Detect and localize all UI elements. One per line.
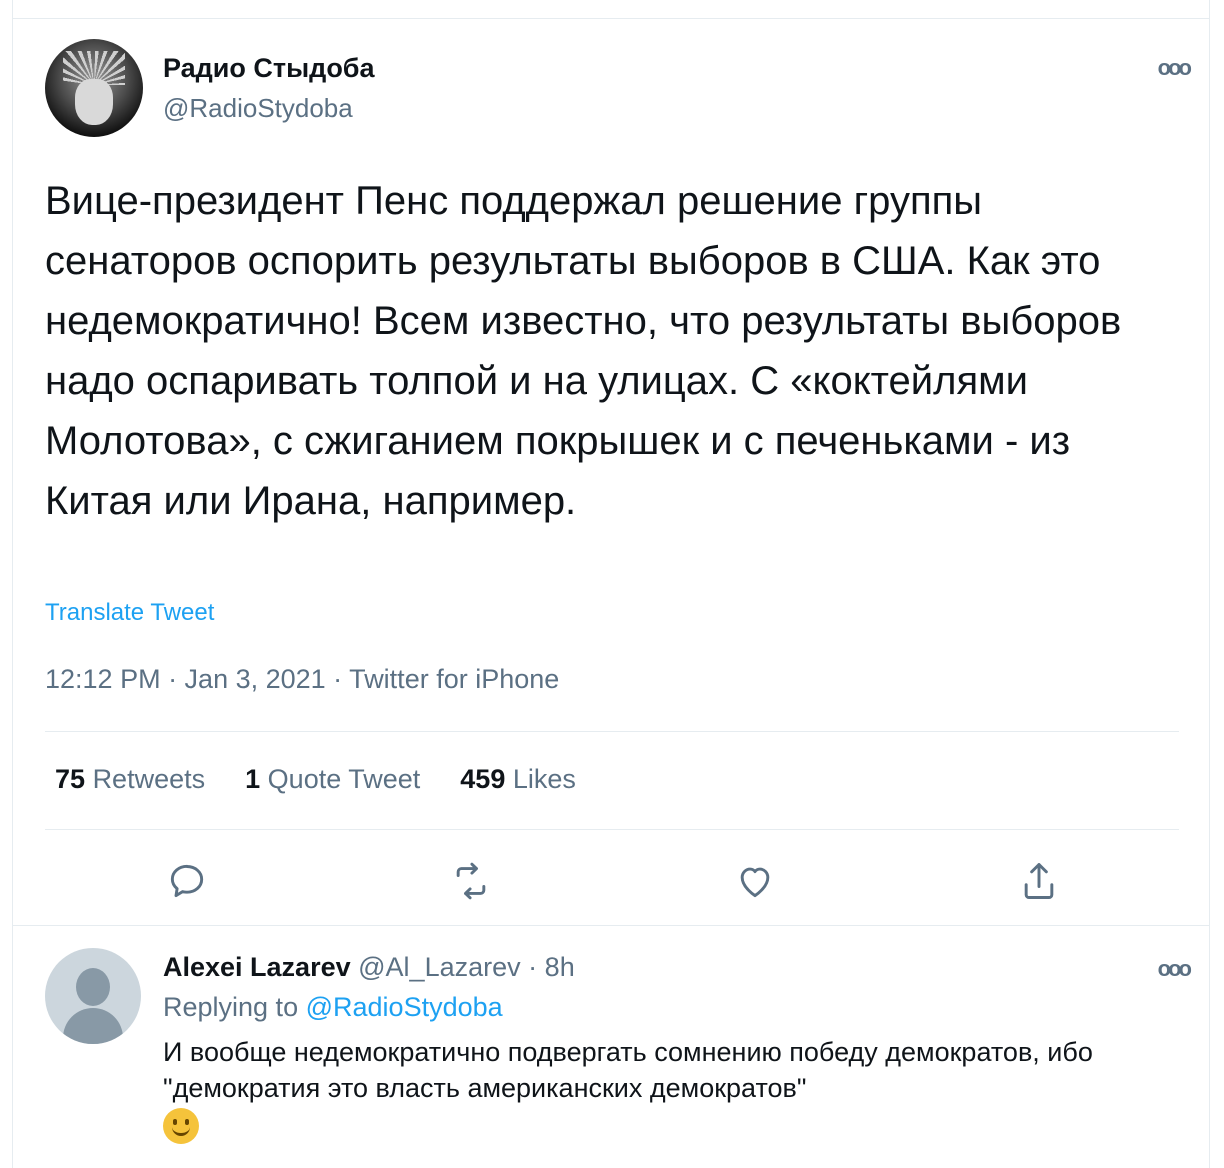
like-icon[interactable]: [733, 859, 777, 903]
timeline-frame: Радио Стыдоба @RadioStydoba ooo Вице-пре…: [12, 0, 1210, 1168]
action-bar: [13, 859, 1209, 903]
author-handle[interactable]: @RadioStydoba: [163, 93, 353, 124]
replying-prefix: Replying to: [163, 992, 299, 1022]
avatar-head: [76, 968, 110, 1006]
retweets-label: Retweets: [92, 764, 206, 794]
likes-stat[interactable]: 459 Likes: [460, 764, 576, 795]
share-icon[interactable]: [1017, 859, 1061, 903]
likes-label: Likes: [512, 764, 576, 794]
author-avatar[interactable]: [45, 39, 143, 137]
tweet-meta[interactable]: 12:12 PM · Jan 3, 2021 · Twitter for iPh…: [45, 664, 559, 695]
tweet-text: Вице-президент Пенс поддержал решение гр…: [45, 179, 1122, 523]
quotes-label: Quote Tweet: [267, 764, 421, 794]
replying-to: Replying to @RadioStydoba: [163, 992, 503, 1023]
divider: [45, 731, 1179, 732]
reply-header: Alexei Lazarev @Al_Lazarev · 8h: [163, 952, 575, 983]
reply-author-handle[interactable]: @Al_Lazarev: [358, 952, 521, 982]
more-icon[interactable]: ooo: [1158, 956, 1192, 982]
reply-icon[interactable]: [165, 859, 209, 903]
reply-time[interactable]: 8h: [545, 952, 575, 982]
reply-author-name[interactable]: Alexei Lazarev: [163, 952, 351, 982]
likes-count: 459: [460, 764, 506, 794]
translate-link[interactable]: Translate Tweet: [45, 599, 214, 627]
smiling-face-icon: [163, 1107, 199, 1144]
retweet-icon[interactable]: [449, 859, 493, 903]
divider: [45, 829, 1179, 830]
quotes-stat[interactable]: 1 Quote Tweet: [245, 764, 420, 795]
avatar-face: [75, 79, 113, 125]
quotes-count: 1: [245, 764, 261, 794]
tweet-stats: 75 Retweets 1 Quote Tweet 459 Likes: [55, 764, 576, 795]
reply-text-body: И вообще недемократично подвергать сомне…: [163, 1037, 1093, 1103]
retweets-count: 75: [55, 764, 86, 794]
avatar-shoulders: [63, 1008, 123, 1044]
reply-text: И вообще недемократично подвергать сомне…: [163, 1034, 1183, 1144]
header-separator: ·: [528, 952, 538, 982]
reply-tweet[interactable]: Alexei Lazarev @Al_Lazarev · 8h ooo Repl…: [13, 930, 1209, 1168]
retweets-stat[interactable]: 75 Retweets: [55, 764, 205, 795]
main-tweet: Радио Стыдоба @RadioStydoba ooo Вице-пре…: [13, 18, 1209, 926]
more-icon[interactable]: ooo: [1158, 55, 1192, 81]
author-name[interactable]: Радио Стыдоба: [163, 53, 375, 84]
reply-avatar[interactable]: [45, 948, 141, 1044]
replying-to-link[interactable]: @RadioStydoba: [306, 992, 503, 1022]
